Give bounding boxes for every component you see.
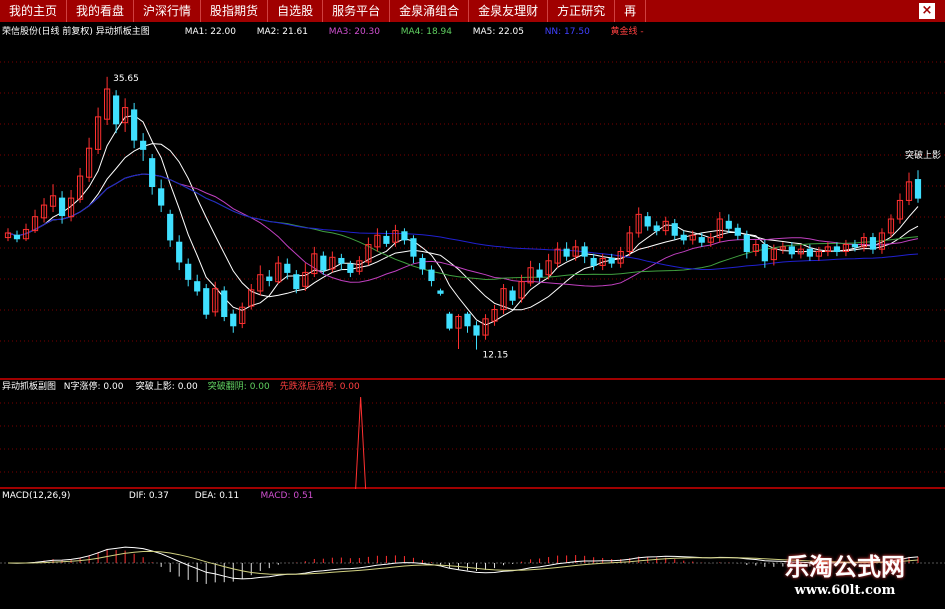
close-icon[interactable]: × bbox=[919, 3, 935, 19]
menu-item-7[interactable]: 金泉友理财 bbox=[469, 0, 549, 22]
menu-item-3[interactable]: 股指期货 bbox=[201, 0, 269, 22]
menu-item-2[interactable]: 沪深行情 bbox=[134, 0, 202, 22]
menu-item-0[interactable]: 我的主页 bbox=[0, 0, 68, 22]
candle-body bbox=[203, 288, 210, 315]
candle-body bbox=[158, 188, 165, 206]
candle-body bbox=[806, 248, 813, 257]
candle-body bbox=[671, 223, 678, 236]
candle-body bbox=[869, 237, 877, 250]
ma-line-60 bbox=[7, 173, 919, 270]
watermark-title: 乐淘公式网 bbox=[785, 553, 905, 581]
low-price-label: 12.15 bbox=[483, 351, 509, 361]
candle-body bbox=[383, 235, 390, 244]
candle-body bbox=[464, 313, 471, 327]
candle-body bbox=[608, 257, 615, 264]
candle-body bbox=[293, 274, 300, 290]
candle-body bbox=[725, 220, 732, 229]
candle-body bbox=[446, 313, 453, 329]
candle-body bbox=[320, 255, 327, 271]
sub-header-item: 突破上影: 0.00 bbox=[136, 380, 198, 392]
candle-body bbox=[185, 263, 192, 280]
high-price-label: 35.65 bbox=[113, 74, 139, 84]
candle-body bbox=[698, 237, 705, 243]
main-header-item: MA4: 18.94 bbox=[401, 27, 453, 37]
candle-body bbox=[536, 269, 543, 278]
candle-body bbox=[140, 140, 147, 150]
sub-header-item: 突破翻阴: 0.00 bbox=[208, 380, 270, 392]
signal-peak bbox=[355, 396, 367, 490]
candle-body bbox=[473, 325, 480, 336]
candle-body bbox=[58, 197, 66, 217]
candle-body bbox=[680, 234, 687, 241]
menu-item-4[interactable]: 自选股 bbox=[268, 0, 324, 22]
menu-item-1[interactable]: 我的看盘 bbox=[67, 0, 135, 22]
candle-body bbox=[410, 238, 417, 257]
watermark: 乐淘公式网 www.60lt.com bbox=[745, 552, 945, 609]
candle-body bbox=[761, 244, 768, 262]
candle-body bbox=[284, 263, 291, 273]
breakout-label: 突破上影 bbox=[905, 149, 941, 161]
macd-header-item: DEA: 0.11 bbox=[195, 491, 240, 501]
candle-body bbox=[509, 290, 516, 301]
main-header-item: MA1: 22.00 bbox=[185, 27, 237, 37]
menu-item-8[interactable]: 方正研究 bbox=[548, 0, 616, 22]
candle-body bbox=[437, 290, 444, 294]
main-header: 荣信股份(日线 前复权) 异动抓板主图 MA1: 22.00 MA2: 21.61 M… bbox=[2, 25, 644, 37]
candle-body bbox=[644, 216, 651, 227]
macd-header-item: DIF: 0.37 bbox=[129, 491, 169, 501]
candle-body bbox=[734, 227, 741, 236]
kline-chart: 35.65 12.15 突破上影 荣信股份(日线 前复权) 异动抓板主图 MA1: 22… bbox=[0, 25, 945, 584]
candle-body bbox=[167, 213, 174, 241]
candle-body bbox=[131, 109, 138, 141]
macd-header-title: MACD(12,26,9) bbox=[2, 491, 70, 501]
macd-header: MACD(12,26,9) DIF: 0.37 DEA: 0.11 MACD: 0.5… bbox=[2, 491, 313, 501]
candle-body bbox=[833, 246, 841, 253]
candle-body bbox=[113, 95, 120, 125]
sub-header-title: 异动抓板副图 bbox=[2, 380, 56, 392]
candle-body bbox=[653, 225, 660, 232]
menu-item-9[interactable]: 再 bbox=[615, 0, 647, 22]
ma-line-20 bbox=[7, 173, 919, 287]
top-menu-bar: 我的主页 我的看盘 沪深行情 股指期货 自选股 服务平台 金泉涌组合 金泉友理财 方正研究再 × bbox=[0, 0, 945, 22]
candle-body bbox=[13, 234, 21, 240]
sub-header-item: N字涨停: 0.00 bbox=[64, 380, 124, 392]
candle-body bbox=[347, 263, 354, 273]
ma-line-10 bbox=[7, 143, 919, 311]
candle-body bbox=[563, 248, 570, 257]
candle-body bbox=[230, 313, 237, 327]
candle-body bbox=[149, 158, 156, 188]
candle-body bbox=[788, 246, 795, 255]
main-header-item: MA3: 20.30 bbox=[329, 27, 381, 37]
main-header-item: NN: 17.50 bbox=[545, 27, 590, 37]
candle-body bbox=[851, 244, 859, 248]
candle-body bbox=[221, 290, 228, 318]
candle-body bbox=[176, 241, 183, 263]
main-header-title: 荣信股份(日线 前复权) 异动抓板主图 bbox=[2, 25, 150, 37]
macd-header-item: MACD: 0.51 bbox=[261, 491, 314, 501]
candle-body bbox=[401, 231, 408, 241]
watermark-url: www.60lt.com bbox=[794, 583, 896, 598]
candle-body bbox=[428, 269, 435, 282]
sub-header: 异动抓板副图 N字涨停: 0.00 突破上影: 0.00 突破翻阴: 0.00 先跌涨后… bbox=[2, 380, 360, 392]
menu-item-6[interactable]: 金泉涌组合 bbox=[390, 0, 470, 22]
candle-body bbox=[743, 234, 750, 253]
candle-body bbox=[581, 246, 588, 257]
sub-header-item: 先跌涨后涨停: 0.00 bbox=[280, 380, 360, 392]
main-header-item: 黄金线 - bbox=[611, 25, 644, 37]
candle-body bbox=[338, 257, 345, 264]
candle-body bbox=[194, 281, 201, 292]
main-header-item: MA2: 21.61 bbox=[257, 27, 308, 37]
candle-body bbox=[419, 257, 426, 270]
candle-body bbox=[590, 257, 597, 266]
candle-body bbox=[914, 179, 922, 199]
candle-body bbox=[266, 276, 273, 282]
main-header-item: MA5: 22.05 bbox=[473, 27, 524, 37]
ma-line-30 bbox=[7, 173, 919, 281]
menu-item-5[interactable]: 服务平台 bbox=[323, 0, 391, 22]
